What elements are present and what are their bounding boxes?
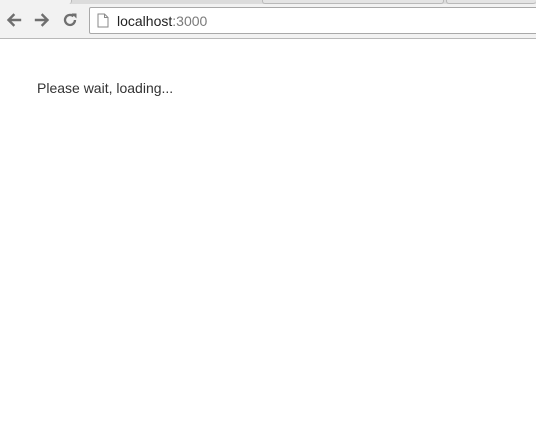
- page-content: Please wait, loading...: [0, 39, 536, 440]
- forward-button[interactable]: [31, 9, 53, 31]
- reload-button[interactable]: [59, 9, 81, 31]
- browser-toolbar: localhost:3000: [0, 0, 536, 39]
- loading-message: Please wait, loading...: [37, 80, 174, 96]
- arrow-right-icon: [34, 13, 50, 27]
- page-document-icon: [97, 13, 109, 28]
- active-tab[interactable]: [0, 0, 72, 4]
- reload-icon: [63, 13, 77, 27]
- arrow-left-icon: [6, 13, 22, 27]
- back-button[interactable]: [3, 9, 25, 31]
- url-text: localhost:3000: [117, 13, 207, 29]
- url-host: localhost: [117, 12, 173, 29]
- url-port: :3000: [172, 12, 208, 29]
- address-bar[interactable]: localhost:3000: [89, 7, 536, 34]
- inactive-tab[interactable]: [446, 0, 536, 4]
- inactive-tab[interactable]: [262, 0, 444, 4]
